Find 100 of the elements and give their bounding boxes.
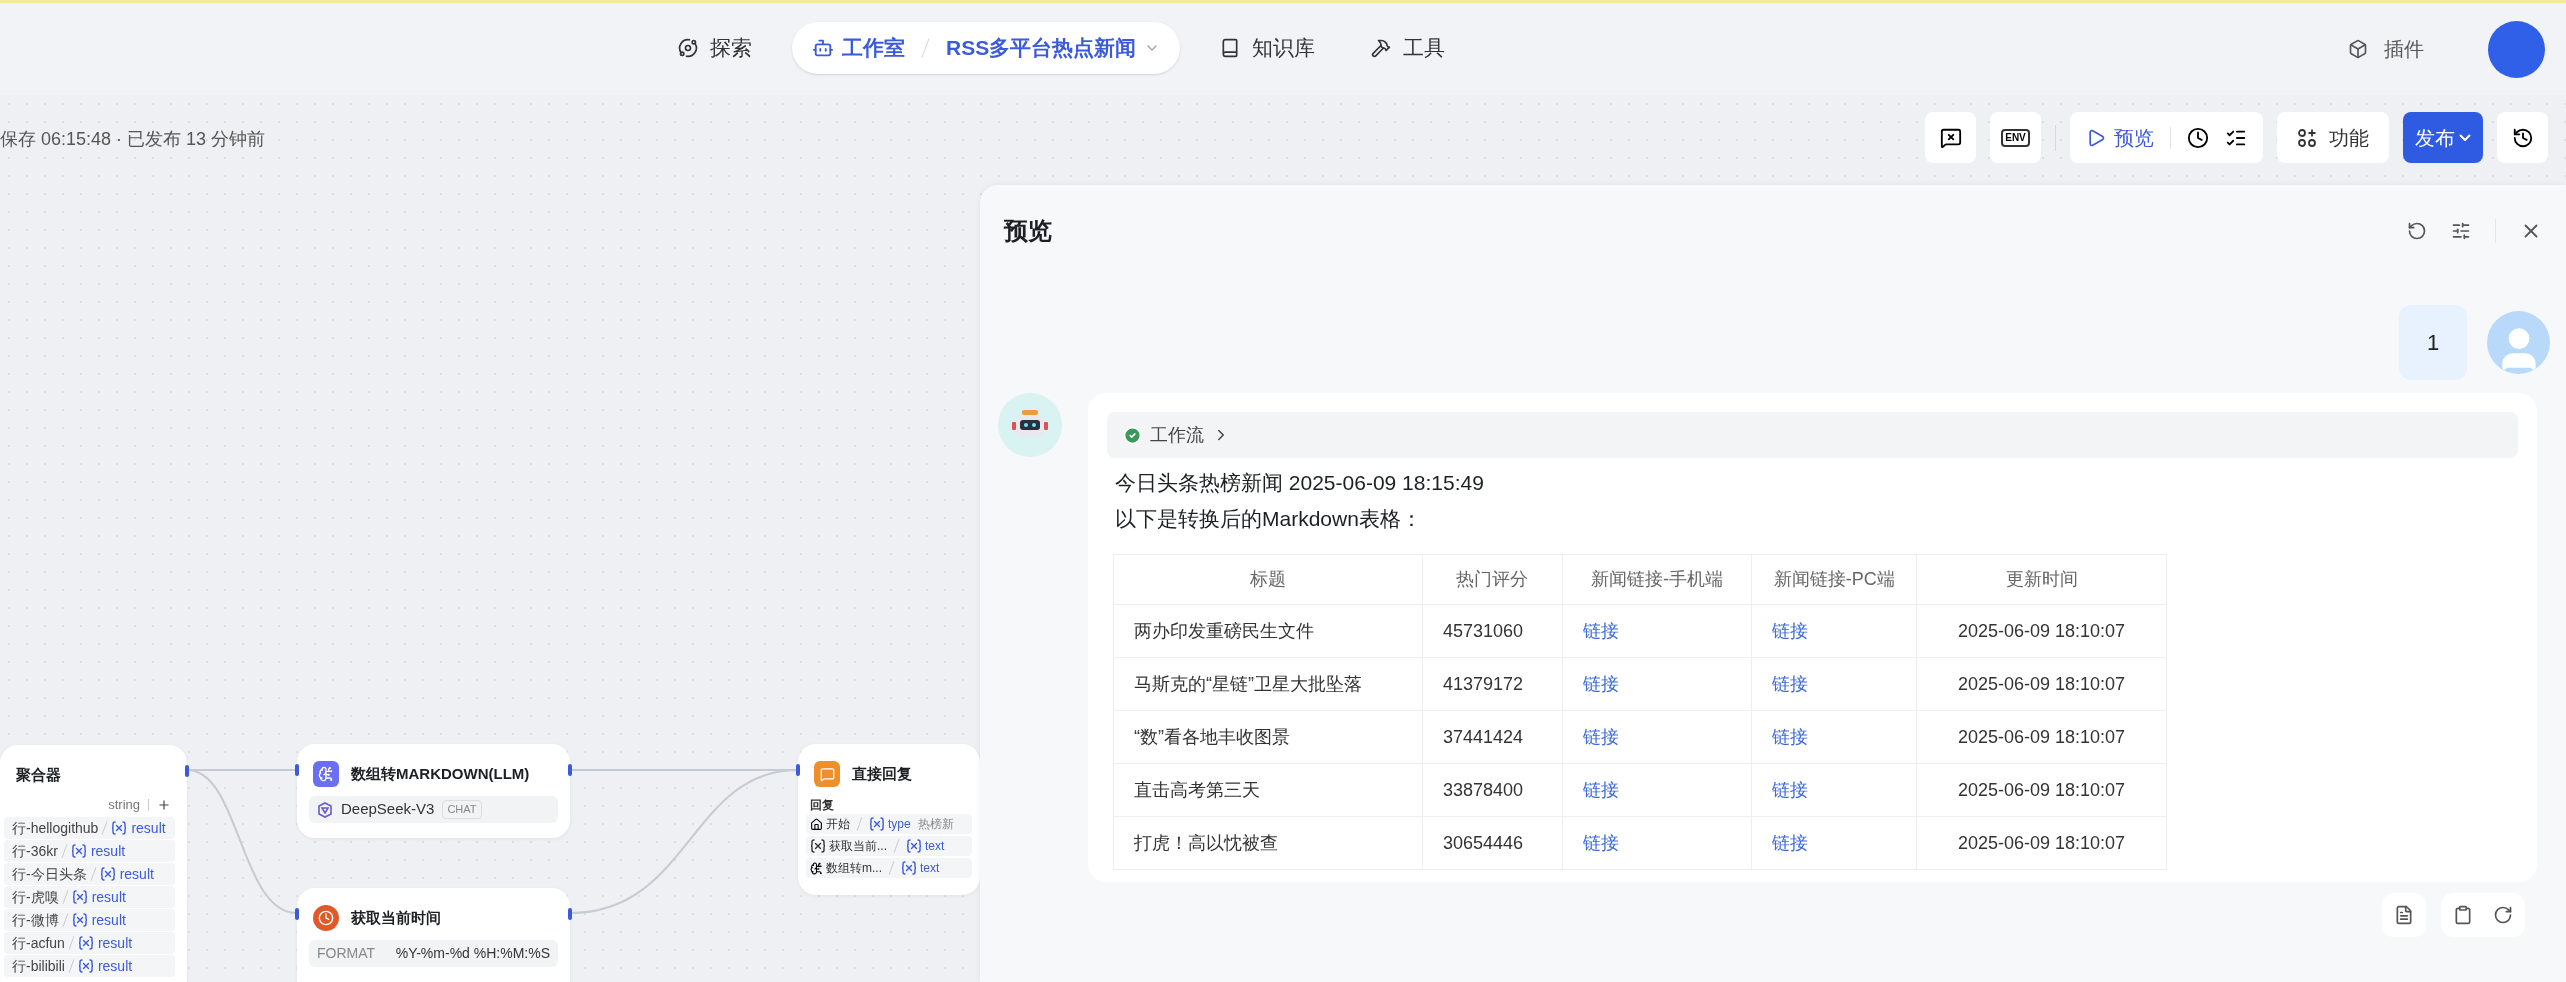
- play-icon: [2086, 127, 2106, 148]
- news-link[interactable]: 链接: [1772, 832, 1809, 853]
- node-title: 数组转MARKDOWN(LLM): [351, 763, 530, 784]
- table-cell: 2025-06-09 18:10:07: [1916, 657, 2167, 711]
- message-text: 以下是转换后的Markdown表格：: [1115, 506, 1423, 532]
- book-icon: [1220, 38, 1241, 58]
- hammer-icon: [1371, 38, 1392, 58]
- source-label: 行-微博: [12, 910, 59, 930]
- nav-link[interactable]: 探索: [662, 22, 768, 74]
- caret-icon: [2459, 134, 2471, 141]
- source-label: 行-虎嗅: [12, 887, 59, 907]
- source-label: 行-bilibili: [12, 956, 65, 976]
- reload-icon[interactable]: [2493, 905, 2513, 925]
- settings-icon[interactable]: [2451, 221, 2471, 241]
- variable-icon: [77, 936, 94, 950]
- workflow-node[interactable]: 获取当前时间 FORMAT %Y-%m-%d %H:%M:%S: [297, 888, 570, 982]
- publish-button[interactable]: 发布: [2403, 112, 2483, 163]
- project-label[interactable]: RSS多平台热点新闻: [946, 32, 1137, 64]
- refresh-icon[interactable]: [2407, 221, 2427, 241]
- table-cell: 33878400: [1422, 763, 1563, 817]
- column-header: 新闻链接-手机端: [1562, 554, 1752, 605]
- model-name: DeepSeek-V3: [341, 799, 435, 820]
- news-link[interactable]: 链接: [1772, 673, 1809, 694]
- source-label: 开始: [826, 816, 850, 833]
- variable-icon: [99, 867, 116, 881]
- workflow-node[interactable]: 数组转MARKDOWN(LLM) DeepSeek-V3 CHAT: [297, 744, 570, 838]
- panel-title: 预览: [1004, 216, 1052, 246]
- reply-label: 回复: [810, 797, 835, 814]
- clear-chat-button[interactable]: [1925, 112, 1976, 163]
- source-label: 行-今日头条: [12, 864, 87, 884]
- column-header: 热门评分: [1422, 554, 1563, 605]
- workflow-node[interactable]: 聚合器 string 行-hellogithub result 行-36kr result 行-今日头条 result 行-虎嗅 result 行-微博 result 行-acfun result 行-bilibili result: [0, 745, 187, 982]
- variable-icon: [901, 861, 917, 875]
- variable-label: text: [925, 838, 945, 855]
- brain-icon: [810, 861, 823, 875]
- source-label: 获取当前...: [829, 838, 887, 855]
- news-link[interactable]: 链接: [1582, 726, 1619, 747]
- table-cell: 打虎！高以忱被查: [1113, 816, 1423, 870]
- chat-clear-icon: [1939, 126, 1962, 149]
- news-link[interactable]: 链接: [1772, 620, 1809, 641]
- planet-icon: [678, 38, 698, 58]
- source-label: 数组转m...: [826, 860, 882, 877]
- table-cell: 马斯克的“星链”卫星大批坠落: [1113, 657, 1423, 711]
- cube-icon: [2348, 39, 2368, 59]
- document-icon: [2394, 905, 2414, 925]
- table-cell: 41379172: [1422, 657, 1563, 711]
- variable-icon: [77, 959, 94, 973]
- nav-link[interactable]: 工具: [1355, 22, 1462, 74]
- node-title: 获取当前时间: [351, 907, 441, 928]
- workflow-toggle[interactable]: 工作流: [1107, 412, 2518, 458]
- variable-value: 热榜新: [917, 816, 954, 833]
- env-button[interactable]: ENV: [1990, 112, 2041, 163]
- variable-icon: [70, 844, 87, 858]
- home-icon: [810, 817, 823, 831]
- features-button[interactable]: 功能: [2277, 112, 2389, 163]
- type-label: string: [108, 796, 140, 815]
- column-header: 更新时间: [1916, 554, 2167, 605]
- user-message: 1: [2399, 305, 2467, 380]
- workspace-breadcrumb[interactable]: 工作室 RSS多平台热点新闻: [792, 22, 1181, 74]
- workflow-node[interactable]: 直接回复 回复 开始 type 热榜新 获取当前... text 数组转m... text: [798, 744, 980, 895]
- news-link[interactable]: 链接: [1582, 779, 1619, 800]
- variable-label: result: [91, 887, 126, 907]
- variable-icon: [869, 817, 885, 831]
- add-icon[interactable]: [157, 798, 171, 812]
- news-link[interactable]: 链接: [1772, 726, 1809, 747]
- table-cell: 2025-06-09 18:10:07: [1916, 604, 2167, 658]
- variable-label: result: [131, 818, 166, 838]
- document-button[interactable]: [2382, 893, 2426, 937]
- clipboard-icon[interactable]: [2453, 905, 2473, 925]
- news-link[interactable]: 链接: [1582, 673, 1619, 694]
- history-button[interactable]: [2497, 112, 2548, 163]
- table-cell: 45731060: [1422, 604, 1563, 658]
- table-cell: 30654446: [1422, 816, 1563, 870]
- table-cell: 2025-06-09 18:10:07: [1916, 710, 2167, 764]
- variable-icon: [111, 821, 128, 835]
- table-cell: 2025-06-09 18:10:07: [1916, 763, 2167, 817]
- news-link[interactable]: 链接: [1772, 779, 1809, 800]
- message-text: 今日头条热榜新闻 2025-06-09 18:15:49: [1115, 470, 1485, 496]
- variable-icon: [906, 839, 922, 853]
- table-cell: 37441424: [1422, 710, 1563, 764]
- model-icon: [317, 801, 333, 818]
- clock-icon[interactable]: [2187, 126, 2209, 149]
- nav-link[interactable]: 知识库: [1204, 22, 1332, 74]
- plugins-link[interactable]: 插件: [2384, 34, 2424, 64]
- workspace-label[interactable]: 工作室: [842, 32, 905, 64]
- history-icon: [2511, 126, 2534, 149]
- source-label: 行-hellogithub: [12, 818, 99, 838]
- variable-label: result: [119, 864, 154, 884]
- node-title: 直接回复: [852, 763, 912, 784]
- model-tag: CHAT: [442, 800, 482, 819]
- news-link[interactable]: 链接: [1582, 620, 1619, 641]
- table-cell: 2025-06-09 18:10:07: [1916, 816, 2167, 870]
- table-cell: “数”看各地丰收图景: [1113, 710, 1423, 764]
- apps-icon: [2297, 127, 2317, 148]
- variable-label: result: [90, 841, 126, 861]
- user-avatar[interactable]: [2488, 20, 2545, 78]
- news-link[interactable]: 链接: [1582, 832, 1619, 853]
- variable-label: result: [91, 910, 126, 930]
- robot-avatar: [998, 393, 1062, 457]
- table-cell: 两办印发重磅民生文件: [1113, 604, 1423, 658]
